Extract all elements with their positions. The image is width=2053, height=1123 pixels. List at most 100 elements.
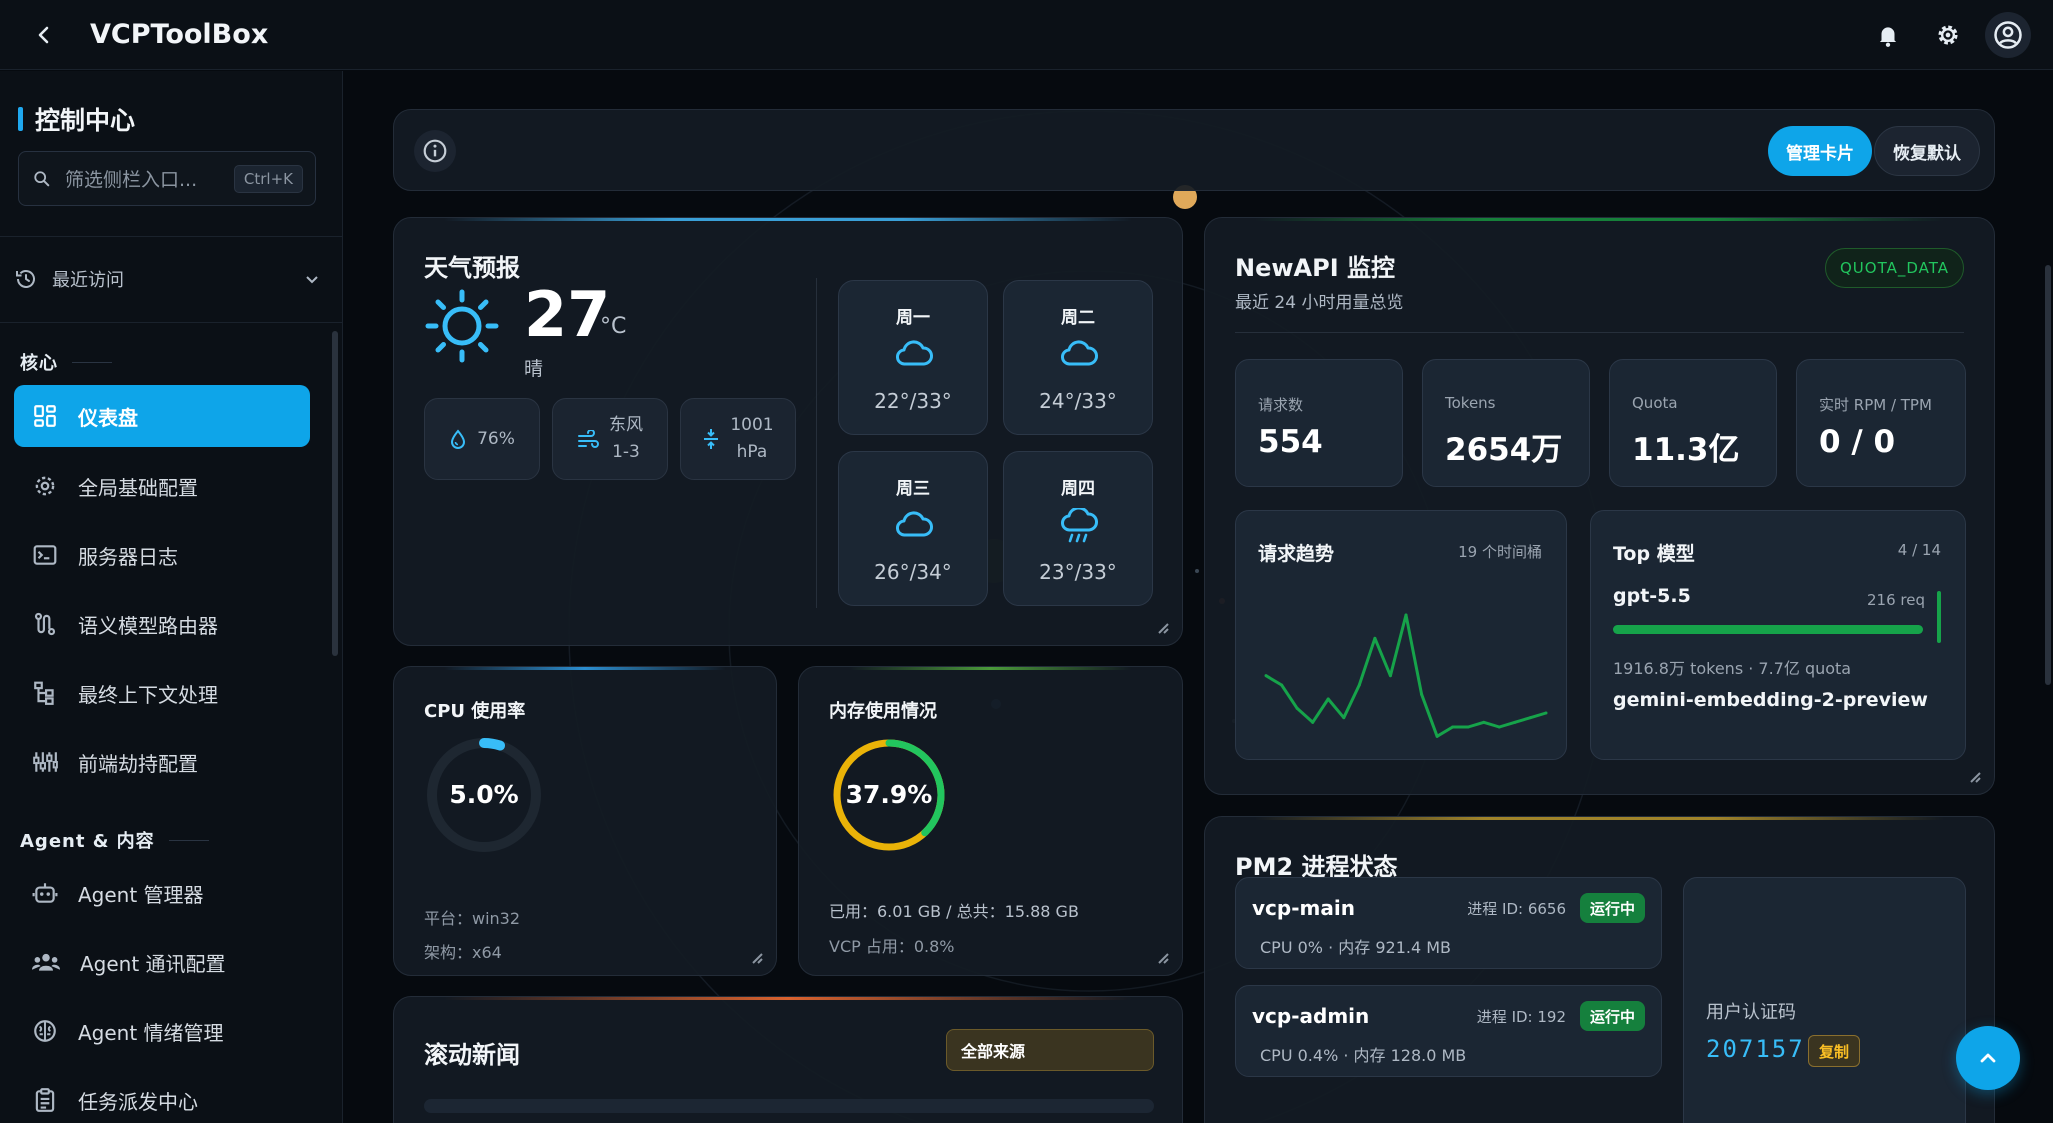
hierarchy-icon <box>34 681 54 705</box>
wind-stat: 东风 1-3 <box>552 398 668 480</box>
back-button[interactable] <box>22 13 66 57</box>
current-temperature: 27 <box>524 278 611 351</box>
robot-icon <box>32 883 58 903</box>
recent-visits-toggle[interactable]: 最近访问 <box>14 259 320 299</box>
pressure-stat: 1001 hPa <box>680 398 796 480</box>
users-icon <box>32 953 60 971</box>
sidebar-item-agent-manager[interactable]: Agent 管理器 <box>14 862 310 924</box>
restore-default-button[interactable]: 恢复默认 <box>1874 126 1980 176</box>
notifications-button[interactable] <box>1865 12 1911 58</box>
sidebar-item-frontend-hijack[interactable]: 前端劫持配置 <box>14 731 310 793</box>
news-ticker <box>424 1099 1154 1113</box>
sidebar-item-dashboard[interactable]: 仪表盘 <box>14 385 310 447</box>
settings-button[interactable] <box>1925 12 1971 58</box>
sidebar-item-server-logs[interactable]: 服务器日志 <box>14 524 310 586</box>
memory-used: 已用：6.01 GB / 总共：15.88 GB <box>829 902 1079 921</box>
chevron-up-icon <box>1980 1053 1996 1063</box>
process-row[interactable]: vcp-main 进程 ID: 6656 运行中 CPU 0% · 内存 921… <box>1235 877 1662 969</box>
dashboard-toolbar: 管理卡片 恢复默认 <box>393 109 1995 191</box>
forecast-day-2: 周二 24°/33° <box>1003 280 1153 435</box>
status-badge: 运行中 <box>1579 1001 1645 1031</box>
status-badge: 运行中 <box>1579 893 1645 923</box>
terminal-icon <box>33 545 57 565</box>
sidebar-item-context-processing[interactable]: 最终上下文处理 <box>14 662 310 724</box>
top-model-name: gpt-5.5 <box>1613 585 1691 607</box>
cpu-title: CPU 使用率 <box>424 701 526 722</box>
news-title: 滚动新闻 <box>424 1041 520 1069</box>
process-row[interactable]: vcp-admin 进程 ID: 192 运行中 CPU 0.4% · 内存 1… <box>1235 985 1662 1077</box>
news-source-select[interactable]: 全部来源 <box>946 1029 1154 1071</box>
dashboard-main: 管理卡片 恢复默认 天气预报 27 °C 晴 76% 东风 1-3 1001 hPa <box>344 71 2053 1123</box>
forecast-day-4: 周四 23°/33° <box>1003 451 1153 606</box>
account-button[interactable] <box>1985 12 2031 58</box>
stat-quota: Quota 11.3亿 <box>1609 359 1777 487</box>
trend-point <box>1513 720 1517 724</box>
sidebar-item-agent-communication[interactable]: Agent 通讯配置 <box>14 931 310 993</box>
sidebar-scrollbar[interactable] <box>332 331 338 656</box>
sidebar-item-task-dispatch[interactable]: 任务派发中心 <box>14 1069 310 1123</box>
resize-handle-icon[interactable] <box>750 951 764 965</box>
trend-point <box>1420 692 1424 696</box>
trend-point <box>1264 674 1268 678</box>
sidebar-search-input[interactable]: 筛选侧栏入口... Ctrl+K <box>18 151 316 206</box>
top-model-name: gemini-embedding-2-preview <box>1613 689 1928 711</box>
trend-point <box>1280 683 1284 687</box>
trend-point <box>1295 706 1299 710</box>
section-core-label: 核心 <box>20 349 112 375</box>
sidebar: 控制中心 筛选侧栏入口... Ctrl+K 最近访问 核心 仪表盘 全局基础配置… <box>0 71 343 1123</box>
user-circle-icon <box>1994 21 2022 49</box>
manage-cards-button[interactable]: 管理卡片 <box>1768 126 1872 176</box>
trend-title: 请求趋势 <box>1258 543 1335 565</box>
resize-handle-icon[interactable] <box>1156 621 1170 635</box>
newapi-monitor-card: NewAPI 监控 最近 24 小时用量总览 QUOTA_DATA 请求数 55… <box>1204 217 1995 795</box>
top-model-detail: 1916.8万 tokens · 7.7亿 quota <box>1613 659 1852 678</box>
humidity-stat: 76% <box>424 398 540 480</box>
gear-icon <box>1938 25 1958 45</box>
newapi-title: NewAPI 监控 <box>1235 254 1395 282</box>
rain-cloud-icon <box>1061 508 1098 543</box>
gear-icon <box>35 476 55 496</box>
page-scrollbar[interactable] <box>2045 265 2051 685</box>
trend-point <box>1357 683 1361 687</box>
sidebar-item-global-config[interactable]: 全局基础配置 <box>14 455 310 517</box>
info-button[interactable] <box>414 130 456 172</box>
trend-bucket-count: 19 个时间桶 <box>1458 543 1542 561</box>
resize-handle-icon[interactable] <box>1968 770 1982 784</box>
resize-handle-icon[interactable] <box>1156 951 1170 965</box>
app-title: VCPToolBox <box>90 19 269 50</box>
auth-code-panel: 用户认证码 207157 复制 <box>1683 877 1966 1123</box>
trend-point <box>1451 725 1455 729</box>
trend-point <box>1373 636 1377 640</box>
trend-point <box>1342 716 1346 720</box>
dashboard-icon <box>34 405 56 427</box>
top-model-requests: 216 req <box>1867 591 1925 609</box>
weather-card: 天气预报 27 °C 晴 76% 东风1-3 1001hPa 周一 22°/ <box>393 217 1183 646</box>
trend-point <box>1528 716 1532 720</box>
weather-title: 天气预报 <box>424 254 520 282</box>
vcp-memory-share: VCP 占用：0.8% <box>829 937 955 956</box>
copy-auth-code-button[interactable]: 复制 <box>1808 1035 1861 1067</box>
water-drop-icon <box>451 429 466 449</box>
sidebar-heading: 控制中心 <box>18 101 135 137</box>
history-icon <box>16 270 35 288</box>
newapi-subtitle: 最近 24 小时用量总览 <box>1235 293 1404 313</box>
top-models-page: 4 / 14 <box>1897 541 1941 559</box>
chevron-left-icon <box>38 26 49 43</box>
sliders-icon <box>33 752 58 772</box>
top-models-scrollbar[interactable] <box>1937 591 1941 643</box>
memory-title: 内存使用情况 <box>829 701 937 722</box>
trend-point <box>1497 725 1501 729</box>
top-models-panel: Top 模型 4 / 14 gpt-5.5 216 req 1916.8万 to… <box>1590 510 1966 760</box>
scroll-to-top-button[interactable] <box>1956 1026 2020 1090</box>
forecast-day-3: 周三 26°/34° <box>838 451 988 606</box>
stat-tokens: Tokens 2654万 <box>1422 359 1590 487</box>
sidebar-item-agent-emotion[interactable]: Agent 情绪管理 <box>14 1000 310 1062</box>
cloud-icon <box>896 511 933 537</box>
top-bar: VCPToolBox <box>0 0 2053 70</box>
sidebar-item-model-router[interactable]: 语义模型路由器 <box>14 593 310 655</box>
forecast-day-1: 周一 22°/33° <box>838 280 988 435</box>
search-icon <box>34 170 50 186</box>
scrolling-news-card: 滚动新闻 全部来源 <box>393 996 1183 1123</box>
cpu-arch: 架构：x64 <box>424 943 502 962</box>
stat-requests: 请求数 554 <box>1235 359 1403 487</box>
